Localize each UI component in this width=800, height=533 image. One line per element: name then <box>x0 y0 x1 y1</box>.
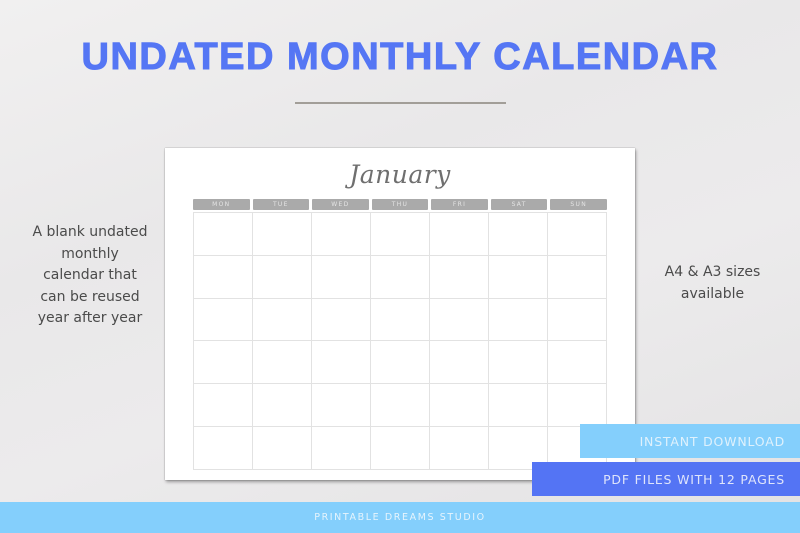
pdf-files-badge: PDF FILES WITH 12 PAGES <box>532 462 800 496</box>
weekday-header-row: MON TUE WED THU FRI SAT SUN <box>193 199 607 210</box>
calendar-day-cell <box>253 255 312 299</box>
calendar-day-cell <box>489 298 548 342</box>
calendar-day-cell <box>312 255 371 299</box>
weekday-label: TUE <box>252 199 310 210</box>
calendar-day-cell <box>548 298 607 342</box>
calendar-day-cell <box>548 255 607 299</box>
weekday-label: SAT <box>490 199 548 210</box>
calendar-day-cell <box>430 213 489 256</box>
title-divider <box>295 102 506 104</box>
calendar-day-cell <box>430 298 489 342</box>
calendar-day-cell <box>489 213 548 256</box>
calendar-day-cell <box>371 384 430 428</box>
calendar-day-cell <box>253 384 312 428</box>
calendar-day-cell <box>430 384 489 428</box>
right-description: A4 & A3 sizes available <box>664 264 761 302</box>
calendar-day-cell <box>253 341 312 385</box>
calendar-day-cell <box>312 341 371 385</box>
calendar-day-cell <box>430 427 489 470</box>
left-description: A blank undated monthly calendar that ca… <box>32 224 148 326</box>
calendar-day-cell <box>312 298 371 342</box>
calendar-day-cell <box>430 341 489 385</box>
weekday-label: SUN <box>550 199 607 210</box>
footer-brand: PRINTABLE DREAMS STUDIO <box>314 512 486 523</box>
calendar-day-cell <box>194 213 253 256</box>
weekday-label: WED <box>312 199 369 210</box>
calendar-day-cell <box>312 384 371 428</box>
weekday-label: MON <box>193 199 250 210</box>
calendar-day-cell <box>253 298 312 342</box>
calendar-day-cell <box>194 427 253 470</box>
calendar-day-cell <box>489 255 548 299</box>
calendar-day-cell <box>194 298 253 342</box>
calendar-grid <box>193 212 607 470</box>
calendar-day-cell <box>253 213 312 256</box>
calendar-day-cell <box>253 427 312 470</box>
calendar-day-cell <box>548 341 607 385</box>
calendar-day-cell <box>371 427 430 470</box>
calendar-day-cell <box>194 255 253 299</box>
calendar-day-cell <box>312 427 371 470</box>
calendar-day-cell <box>489 384 548 428</box>
footer-brand-bar: PRINTABLE DREAMS STUDIO <box>0 502 800 533</box>
page-title: UNDATED MONTHLY CALENDAR <box>81 36 719 79</box>
calendar-day-cell <box>371 213 430 256</box>
calendar-day-cell <box>548 384 607 428</box>
calendar-page-preview: January MON TUE WED THU FRI SAT SUN <box>165 148 635 480</box>
calendar-day-cell <box>548 213 607 256</box>
instant-download-badge: INSTANT DOWNLOAD <box>580 424 800 458</box>
calendar-day-cell <box>312 213 371 256</box>
calendar-day-cell <box>371 298 430 342</box>
calendar-day-cell <box>430 255 489 299</box>
weekday-label: THU <box>371 199 429 210</box>
weekday-label: FRI <box>431 199 488 210</box>
calendar-day-cell <box>371 341 430 385</box>
calendar-day-cell <box>194 384 253 428</box>
calendar-day-cell <box>371 255 430 299</box>
calendar-day-cell <box>489 341 548 385</box>
month-title: January <box>349 160 451 189</box>
calendar-day-cell <box>194 341 253 385</box>
